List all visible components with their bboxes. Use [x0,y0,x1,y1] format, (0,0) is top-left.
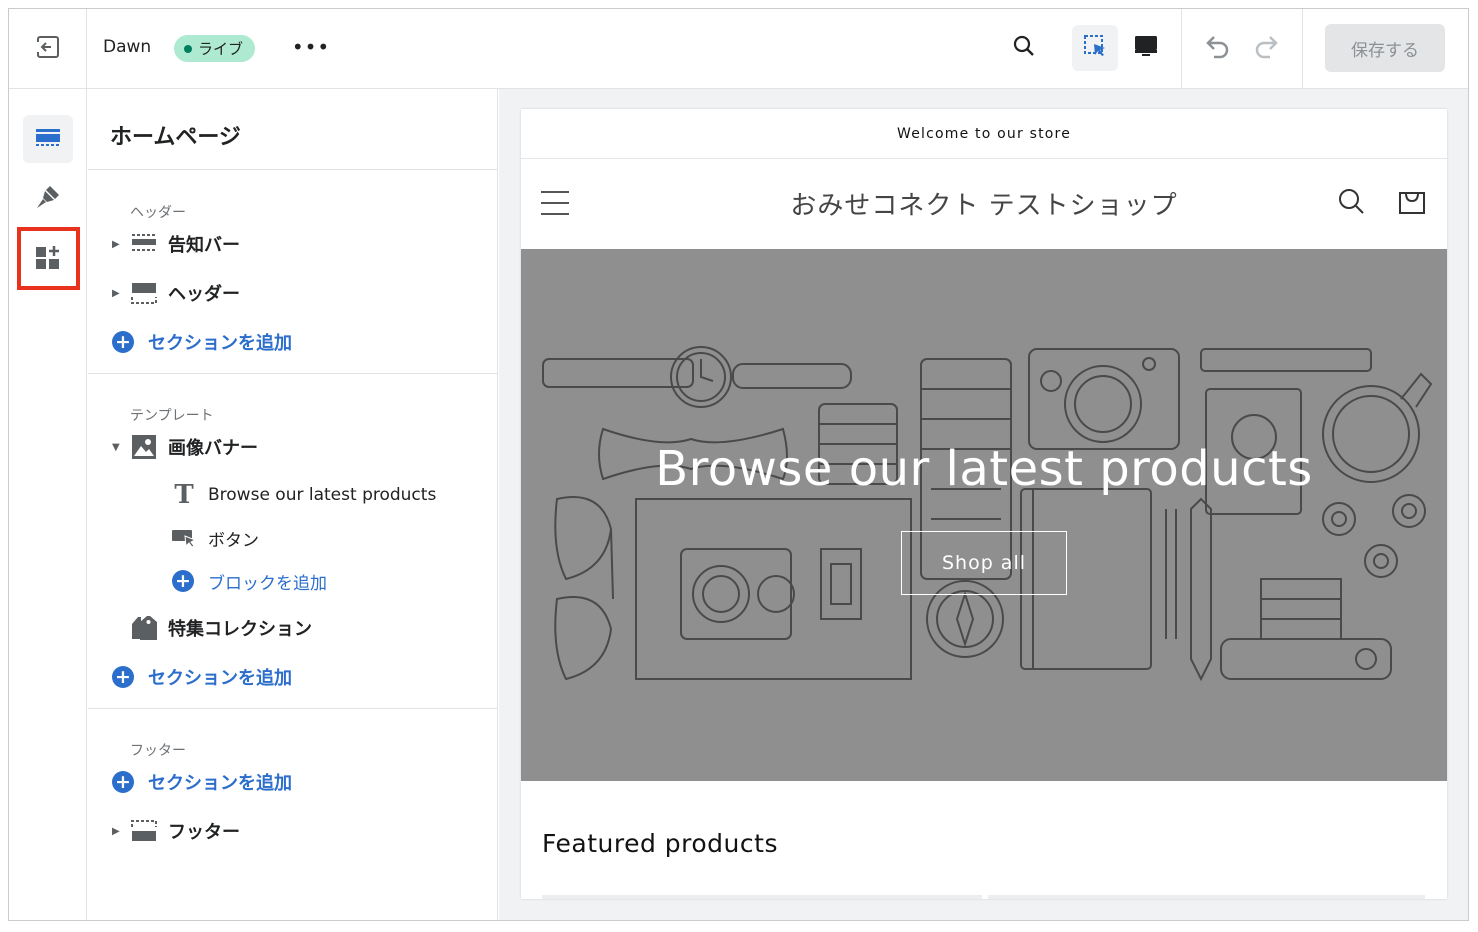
search-button[interactable] [1001,25,1047,71]
announcement-bar-icon [130,230,158,258]
divider [88,169,498,170]
add-block-label: ブロックを追加 [208,573,327,594]
desktop-view-button[interactable] [1123,25,1169,71]
undo-button[interactable] [1194,25,1240,71]
live-dot-icon [184,44,192,53]
caret-down-icon[interactable]: ▼ [112,442,122,453]
caret-right-icon[interactable]: ▶ [112,239,122,250]
redo-button[interactable] [1244,25,1290,71]
desktop-icon [1133,33,1159,63]
theme-settings-brush-icon [34,183,62,215]
shop-all-button[interactable]: Shop all [901,531,1067,595]
group-label-template: テンプレート [130,408,214,424]
toolbar-divider [1181,9,1182,88]
section-item-footer[interactable]: ▶ フッター [112,814,240,848]
caret-right-icon[interactable]: ▶ [112,288,122,299]
block-item-heading[interactable]: T Browse our latest products [170,478,436,512]
divider [88,708,498,709]
announcement-bar[interactable]: Welcome to our store [521,109,1447,159]
toolbar-divider [1302,9,1303,88]
search-icon [1012,34,1036,62]
add-circle-icon: + [112,331,134,353]
section-item-label: フッター [168,822,240,843]
text-block-icon: T [174,480,194,510]
theme-editor-window: Dawn ライブ ••• 保存する ホームページ ヘッダー ▶ 告知バー ▶ ヘ… [8,8,1469,921]
live-badge-label: ライブ [198,40,244,58]
section-item-label: 画像バナー [168,438,258,459]
sections-icon [34,123,62,155]
hero-heading[interactable]: Browse our latest products [521,441,1447,497]
add-section-label: セクションを追加 [148,668,292,689]
block-item-button[interactable]: ボタン [170,521,259,555]
exit-button[interactable] [9,9,87,88]
left-icon-rail [9,89,87,920]
section-item-image-banner[interactable]: ▼ 画像バナー [112,430,258,464]
image-banner[interactable]: Browse our latest products Shop all [521,249,1447,781]
top-bar: Dawn ライブ ••• 保存する [9,9,1468,89]
add-section-button-template[interactable]: + セクションを追加 [112,660,292,694]
page-title: ホームページ [110,125,241,150]
add-circle-icon: + [112,666,134,688]
add-section-button-footer[interactable]: + セクションを追加 [112,765,292,799]
block-item-label: Browse our latest products [208,485,437,505]
theme-name: Dawn [103,37,152,57]
header-section-icon [130,279,158,307]
more-actions-button[interactable]: ••• [291,31,331,63]
add-section-label: セクションを追加 [148,333,292,354]
hero-illustration [542,346,1433,682]
exit-icon [35,34,61,64]
store-name[interactable]: おみせコネクト テストショップ [521,185,1447,222]
more-horizontal-icon: ••• [291,35,331,59]
caret-right-icon[interactable]: ▶ [112,826,122,837]
group-label-header: ヘッダー [130,205,186,221]
store-preview: Welcome to our store おみせコネクト テストショップ Bro… [521,109,1447,899]
inspect-button[interactable] [1072,25,1118,71]
product-card-edge [542,895,982,899]
cart-icon[interactable] [1397,187,1427,221]
add-block-button[interactable]: + ブロックを追加 [172,564,327,598]
preview-area: Welcome to our store おみせコネクト テストショップ Bro… [499,89,1468,920]
divider [88,373,498,374]
section-item-label: ヘッダー [168,284,240,305]
block-item-label: ボタン [208,530,259,551]
sections-tab-button[interactable] [23,115,73,163]
group-label-footer: フッター [130,743,186,759]
inspect-select-icon [1082,33,1108,63]
highlight-annotation-box [17,227,80,290]
redo-icon [1252,31,1282,65]
live-status-badge: ライブ [174,35,256,62]
button-block-icon [170,524,198,552]
add-section-button-header[interactable]: + セクションを追加 [112,325,292,359]
image-icon [130,433,158,461]
add-circle-icon: + [112,771,134,793]
section-item-label: 告知バー [168,235,240,256]
section-item-label: 特集コレクション [168,619,312,640]
theme-settings-tab-button[interactable] [23,175,73,223]
save-button[interactable]: 保存する [1325,24,1445,72]
section-item-header[interactable]: ▶ ヘッダー [112,276,240,310]
section-item-featured-collection[interactable]: 特集コレクション [112,611,312,645]
product-card-edge [988,895,1425,899]
search-icon[interactable] [1337,187,1365,219]
add-section-label: セクションを追加 [148,773,292,794]
featured-products-heading[interactable]: Featured products [542,829,778,858]
undo-icon [1202,31,1232,65]
store-header[interactable]: おみせコネクト テストショップ [521,159,1447,249]
sections-sidebar: ホームページ ヘッダー ▶ 告知バー ▶ ヘッダー + セクションを追加 テンプ… [88,89,498,920]
collection-tag-icon [130,614,158,642]
add-circle-icon: + [172,570,194,592]
section-item-announcement-bar[interactable]: ▶ 告知バー [112,227,240,261]
footer-section-icon [130,817,158,845]
